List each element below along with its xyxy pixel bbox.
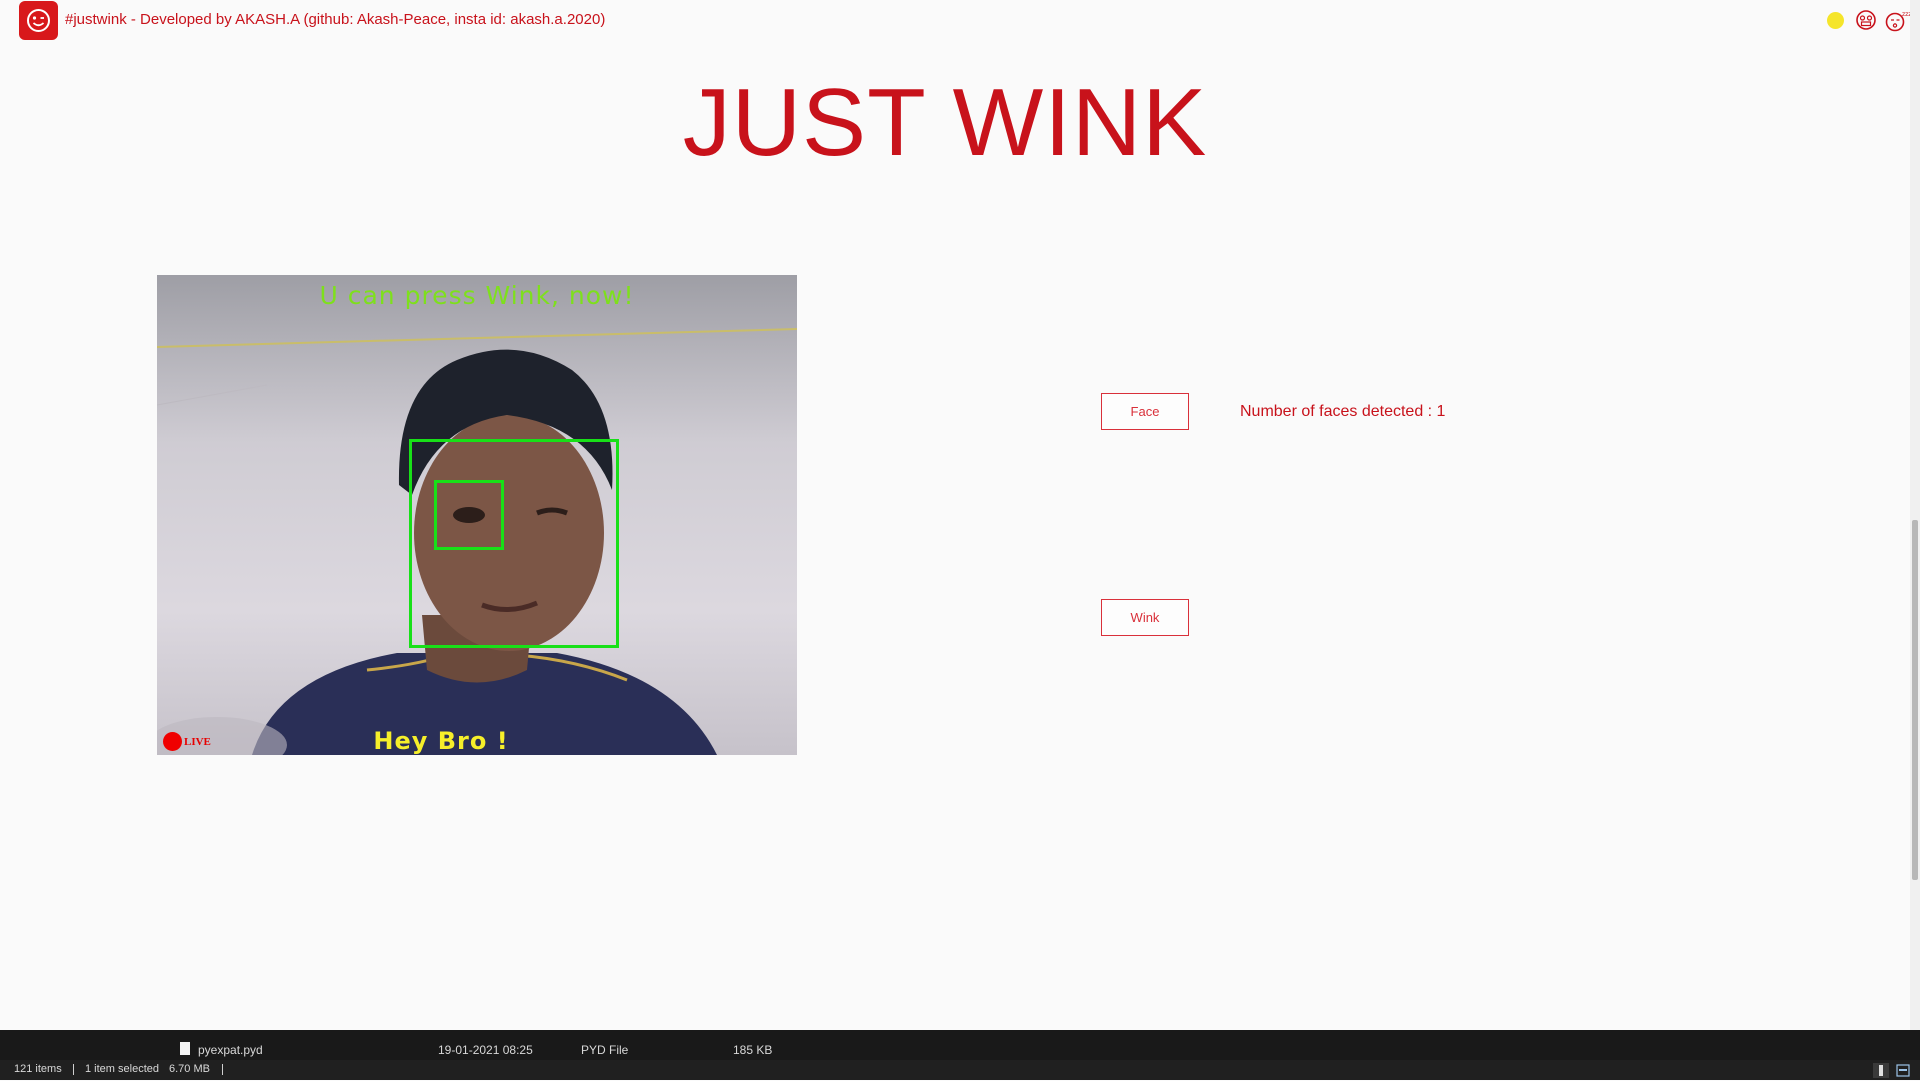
file-row[interactable]: pyexpat.pyd 19-01-2021 08:25 PYD File 18… xyxy=(160,1040,1910,1060)
tiles-view-icon[interactable] xyxy=(1895,1063,1911,1078)
status-divider xyxy=(222,1064,223,1075)
file-explorer-fragment: pyexpat.pyd 19-01-2021 08:25 PYD File 18… xyxy=(0,1030,1920,1080)
file-date: 19-01-2021 08:25 xyxy=(438,1043,533,1057)
file-name: pyexpat.pyd xyxy=(198,1043,263,1057)
status-divider xyxy=(73,1064,74,1075)
file-icon xyxy=(180,1042,190,1055)
status-bar: 121 items 1 item selected 6.70 MB xyxy=(0,1060,1920,1080)
camera-bottom-message: Hey Bro ! xyxy=(373,727,509,755)
partial-file-row xyxy=(160,1030,1910,1038)
window-title: #justwink - Developed by AKASH.A (github… xyxy=(65,11,606,28)
scrollbar-thumb[interactable] xyxy=(1912,520,1918,880)
status-selected-size: 6.70 MB xyxy=(169,1063,210,1075)
status-item-count: 121 items xyxy=(14,1063,62,1075)
faces-detected-label: Number of faces detected : 1 xyxy=(1240,403,1446,420)
camera-top-message: U can press Wink, now! xyxy=(319,281,635,310)
status-selected-count: 1 item selected xyxy=(85,1063,159,1075)
title-bar: #justwink - Developed by AKASH.A (github… xyxy=(0,0,1911,40)
camera-feed: U can press Wink, now! LIVE Hey Bro ! xyxy=(157,275,797,755)
wink-button[interactable]: Wink xyxy=(1101,599,1189,636)
eye-detection-box xyxy=(434,480,504,550)
page-title: JUST WINK xyxy=(682,69,1208,176)
face-button[interactable]: Face xyxy=(1101,393,1189,430)
details-view-icon[interactable] xyxy=(1873,1063,1889,1078)
winking-smiley-icon xyxy=(19,1,58,40)
minimize-dot-icon[interactable] xyxy=(1827,12,1844,29)
svg-text:zzz: zzz xyxy=(1902,11,1910,18)
close-sleepy-face-icon[interactable]: zzz xyxy=(1884,9,1911,38)
file-size: 185 KB xyxy=(733,1043,773,1057)
maximize-face-icon[interactable] xyxy=(1855,9,1877,36)
file-type: PYD File xyxy=(581,1043,629,1057)
